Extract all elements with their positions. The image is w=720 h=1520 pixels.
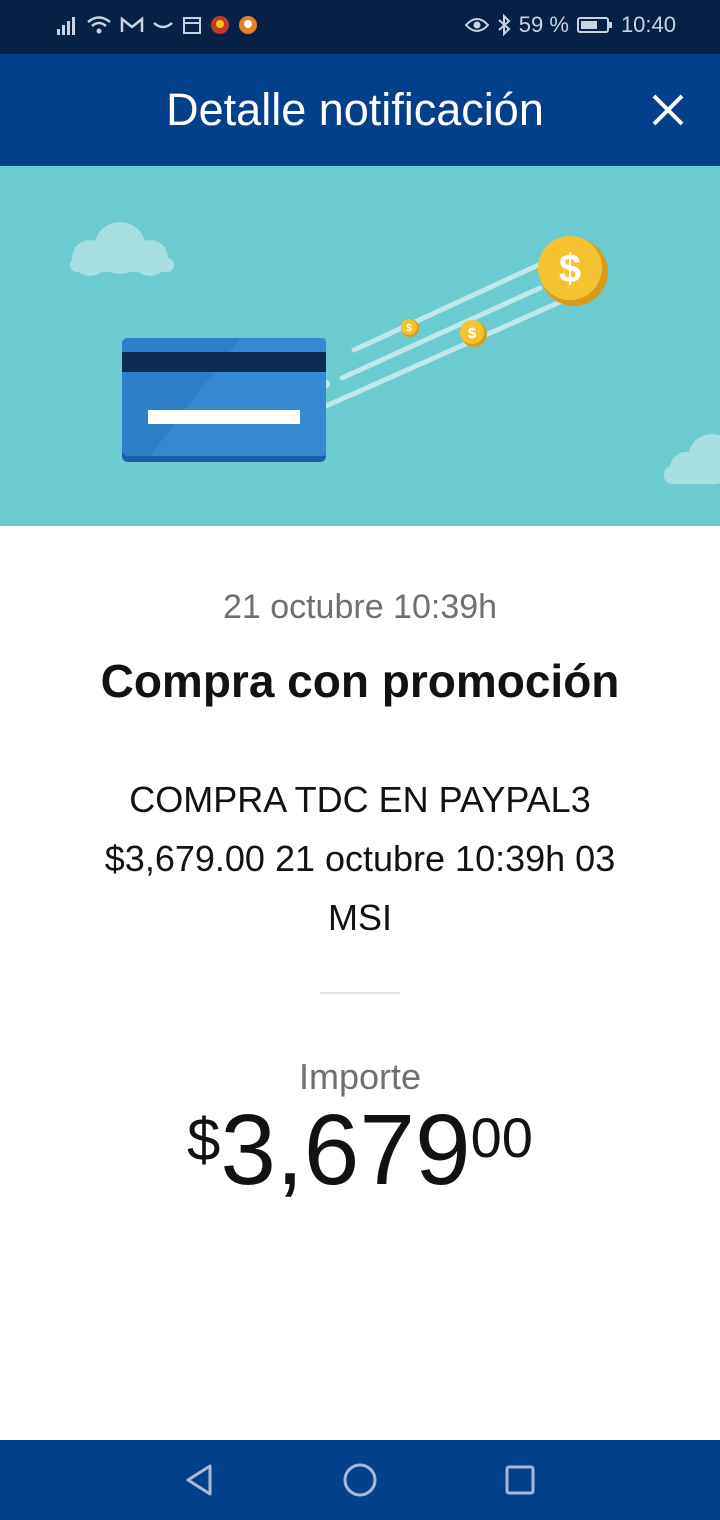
bluetooth-icon: [498, 14, 511, 36]
amount-label: Importe: [298, 1056, 422, 1097]
coin-icon: $: [538, 236, 608, 306]
status-icons-left: [56, 14, 258, 36]
credit-card: [122, 338, 326, 462]
calendar-icon: [183, 17, 201, 34]
home-icon[interactable]: [340, 1460, 380, 1500]
app-icon: [211, 16, 229, 34]
amount-cents: 00: [470, 1106, 533, 1169]
signal-icon: [57, 17, 75, 35]
amount-integer: 3,679: [220, 1094, 471, 1206]
wifi-icon: [87, 16, 111, 34]
svg-text:$: $: [559, 247, 581, 291]
status-time: 10:40: [620, 12, 676, 37]
speed-lines: [305, 259, 563, 417]
card-payment-illustration: $ $ $: [70, 222, 720, 484]
cloud-icon: [70, 222, 174, 276]
eye-icon: [464, 18, 489, 32]
cloud-icon: [664, 434, 720, 484]
hero-illustration: $ $ $: [0, 166, 720, 526]
status-bar: 59 % 10:40: [0, 0, 720, 54]
recents-icon[interactable]: [500, 1460, 540, 1500]
system-nav-bar: [0, 1440, 720, 1520]
amount-value: $3,67900: [0, 1100, 720, 1200]
divider: [320, 992, 400, 994]
battery-icon: [576, 17, 612, 33]
close-icon[interactable]: [650, 92, 686, 128]
page-title: Detalle notificación: [166, 84, 544, 135]
coin-icon: $: [401, 319, 419, 337]
notification-date: 21 octubre 10:39h: [222, 588, 498, 626]
app-header: Detalle notificación: [0, 54, 720, 166]
back-icon[interactable]: [180, 1460, 220, 1500]
status-icons-right: 59 % 10:40: [464, 12, 676, 38]
battery-percent: 59 %: [518, 12, 569, 37]
svg-text:$: $: [468, 325, 477, 342]
amount-currency: $: [187, 1106, 221, 1173]
svg-text:$: $: [406, 323, 412, 334]
notification-title: Compra con promoción: [100, 655, 620, 707]
app-icon: [239, 16, 257, 34]
notification-description: COMPRA TDC EN PAYPAL3 $3,679.00 21 octub…: [104, 779, 616, 938]
smile-icon: [153, 22, 173, 29]
gmail-icon: [120, 16, 144, 32]
